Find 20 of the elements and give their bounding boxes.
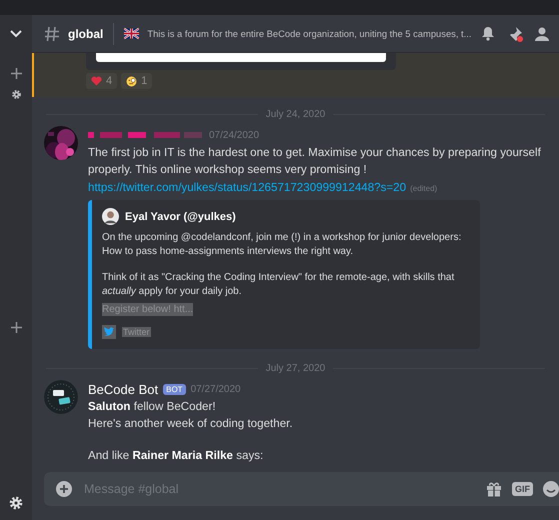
message-text: And like Rainer Maria Rilke says: [88, 448, 264, 464]
date-divider: July 24, 2020 [266, 109, 326, 120]
reaction-chip[interactable]: 1 [121, 73, 152, 89]
reaction-chip[interactable]: 4 [86, 73, 118, 89]
gif-button[interactable]: GIF [512, 482, 533, 496]
embed-text: On the upcoming @codelandconf, join me (!) in a workshop for junior developers: How to pass home-assignments interviews the right way. [102, 231, 462, 259]
embed-author[interactable]: Eyal Yavor (@yulkes) [125, 210, 236, 222]
message-text: Saluton fellow BeCoder! [88, 399, 217, 415]
channel-topic: This is a forum for the entire BeCode organization, uniting the 5 campuses, t... [147, 28, 472, 39]
author-name[interactable]: BeCode Bot [88, 382, 158, 396]
message-time: 07/24/2020 [209, 130, 260, 140]
message-time: 07/27/2020 [190, 384, 241, 394]
edited-label: (edited) [410, 184, 438, 193]
channel-name: global [68, 26, 104, 40]
date-divider: July 27, 2020 [266, 363, 326, 374]
message-text: The first job in IT is the hardest one to get. Maximise your chances by preparing yourself properly. This online workshop seems very promising ! [88, 145, 542, 178]
message-text: Here's another week of coding together. [88, 416, 294, 432]
embed-text: Think of it as "Cracking the Coding Interview" for the remote-age, with skills that actually apply for your daily job. [102, 271, 456, 299]
bot-tag: BOT [163, 384, 186, 394]
message-link[interactable]: https://twitter.com/yulkes/status/1265717230999912448?s=20 [88, 181, 406, 194]
